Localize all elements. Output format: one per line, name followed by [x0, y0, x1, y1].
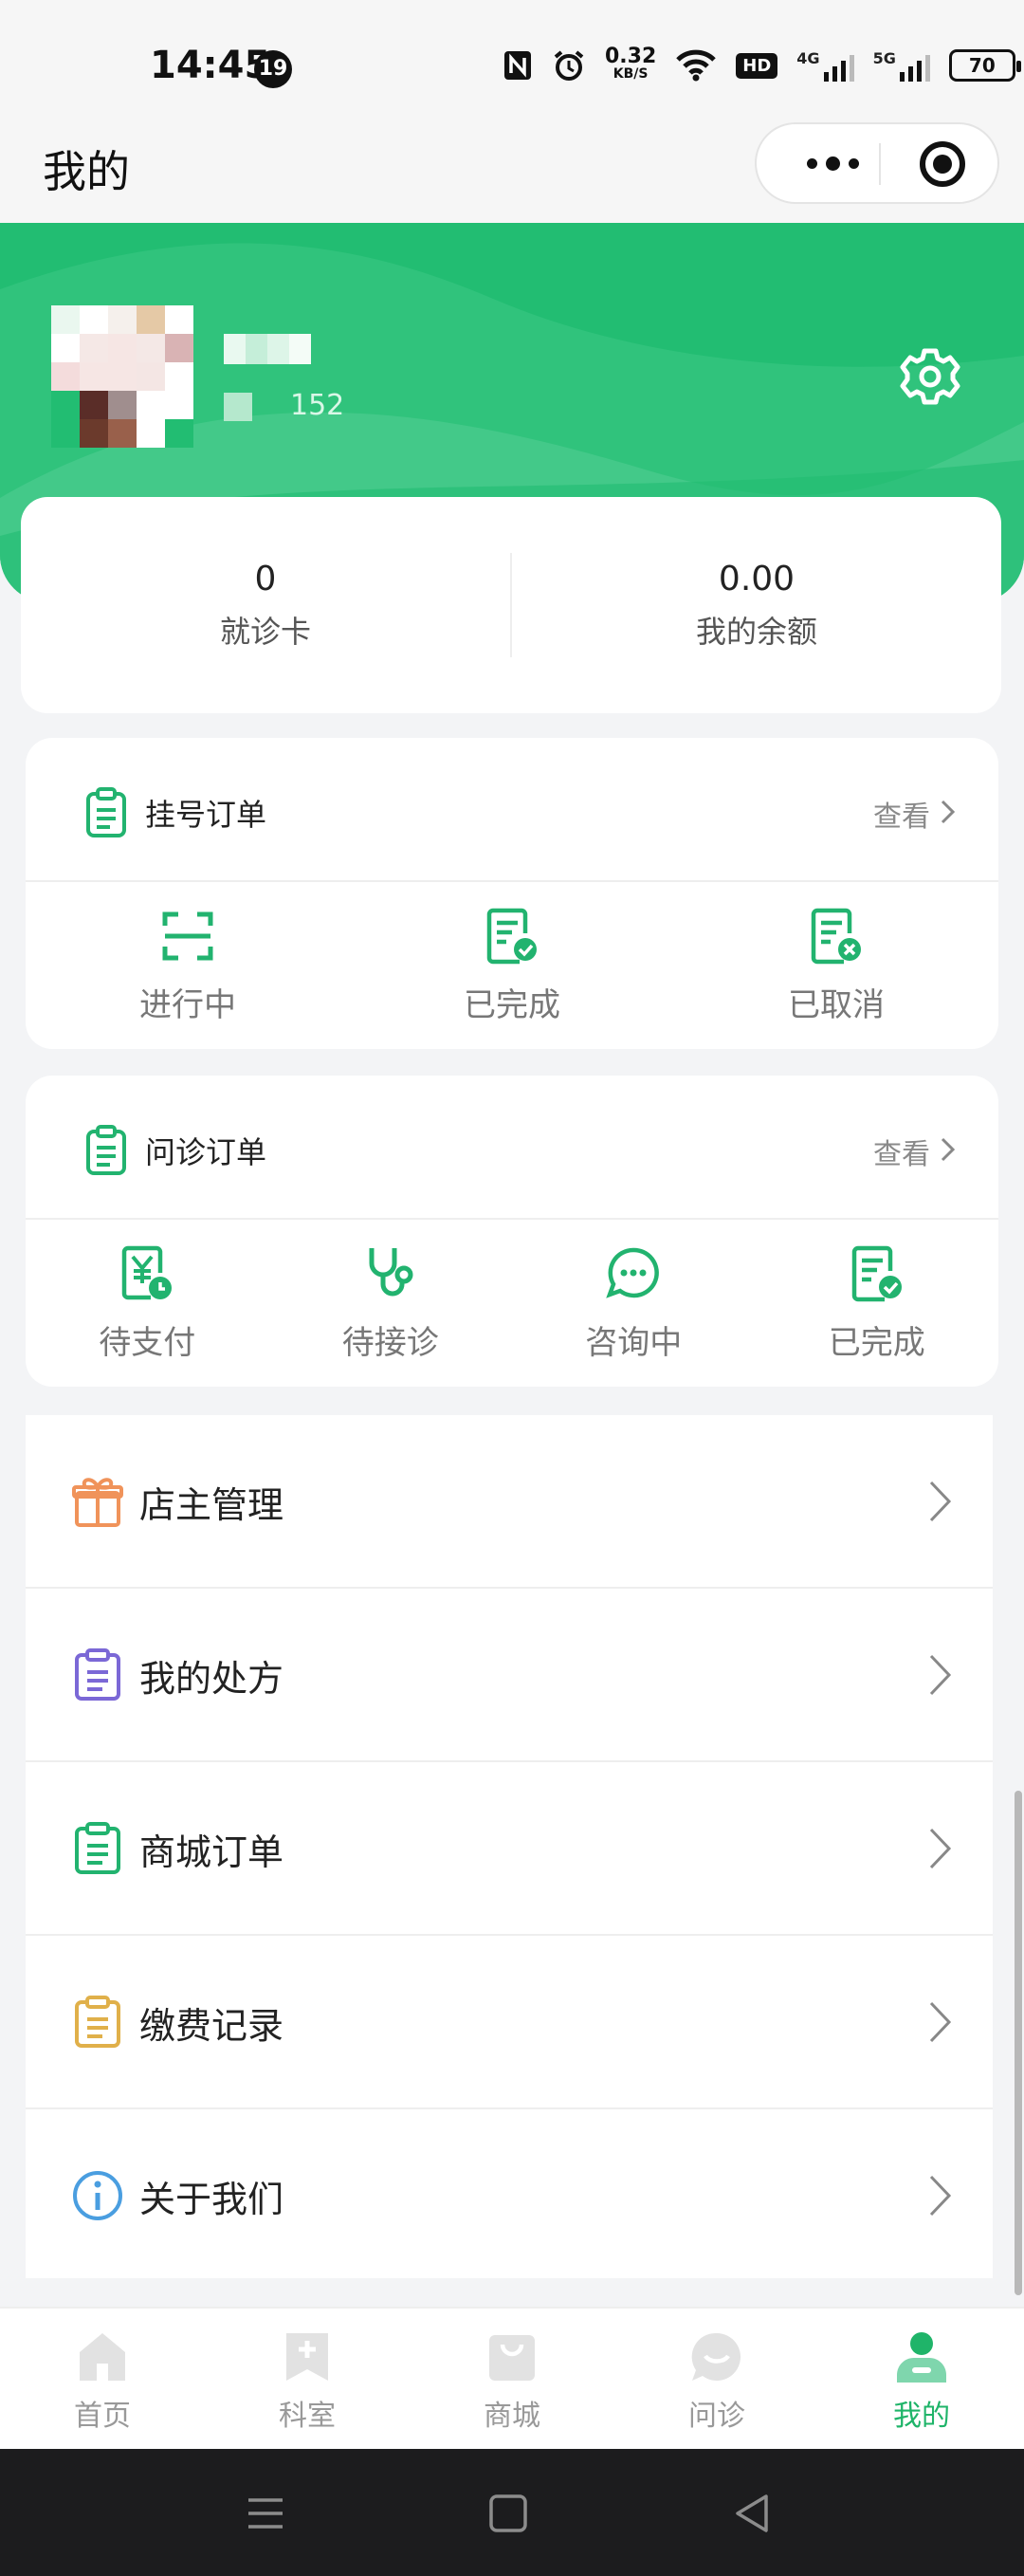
consult-orders-view-all[interactable]: 查看	[873, 1131, 930, 1172]
user-name-redacted	[224, 334, 311, 364]
balance-value: 0.00	[718, 559, 795, 598]
registration-orders-title: 挂号订单	[145, 797, 267, 833]
clipboard-icon	[75, 1648, 120, 1701]
battery-indicator: 70	[948, 49, 1021, 82]
balance-label: 我的余额	[695, 613, 817, 650]
chevron-right-icon	[941, 800, 956, 824]
visit-card-count: 0	[254, 559, 277, 598]
visit-card-label: 就诊卡	[219, 613, 311, 650]
chat-smile-icon	[691, 2332, 741, 2381]
alarm-icon	[554, 50, 584, 81]
order-in-progress[interactable]: 进行中	[26, 882, 350, 1048]
menu-item-prescriptions[interactable]: 我的处方	[26, 1589, 993, 1762]
clipboard-icon	[75, 1996, 120, 2048]
navigation-bar: 我的	[0, 119, 1024, 223]
tab-departments[interactable]: 科室	[205, 2309, 410, 2449]
clipboard-icon	[86, 787, 126, 837]
consult-orders-title: 问诊订单	[145, 1134, 267, 1170]
bottom-tab-bar: 首页 科室 商城 问诊 我的	[0, 2307, 1024, 2449]
wifi-icon	[676, 49, 717, 82]
menu-list: 店主管理 我的处方 商城订单 缴费记录 关于我们	[26, 1415, 993, 2278]
clipboard-icon	[86, 1125, 126, 1175]
tab-mine[interactable]: 我的	[819, 2309, 1024, 2449]
chevron-right-icon	[941, 1137, 956, 1162]
menu-item-shop-owner[interactable]: 店主管理	[26, 1415, 993, 1589]
chevron-right-icon	[929, 1654, 952, 1696]
registration-orders-view-all[interactable]: 查看	[873, 793, 930, 835]
consult-orders-header[interactable]: 问诊订单 查看	[26, 1076, 998, 1220]
back-icon[interactable]	[726, 2487, 779, 2540]
home-square-icon[interactable]	[482, 2487, 535, 2540]
scan-icon	[162, 911, 213, 961]
screen: 14:45 19 0.32 KB/S HD 4G 5G 70 我的 152 0 …	[0, 0, 1024, 2576]
chevron-right-icon	[929, 2175, 952, 2217]
consult-in-progress[interactable]: 咨询中	[512, 1220, 756, 1386]
chevron-right-icon	[929, 1481, 952, 1522]
doc-cancel-icon	[811, 908, 861, 965]
clipboard-icon	[75, 1822, 120, 1874]
home-icon	[80, 2333, 125, 2381]
page-title: 我的	[43, 146, 130, 197]
nfc-icon	[504, 51, 531, 80]
tab-consult[interactable]: 问诊	[614, 2309, 819, 2449]
consult-awaiting[interactable]: 待接诊	[269, 1220, 513, 1386]
account-stats-card: 0 就诊卡 0.00 我的余额	[21, 497, 1001, 713]
registration-orders-card: 挂号订单 查看 进行中 已完成 已取消	[26, 738, 998, 1049]
close-miniprogram-button[interactable]	[920, 141, 965, 187]
pay-icon	[122, 1245, 173, 1300]
bookmark-plus-icon	[286, 2333, 328, 2381]
chevron-right-icon	[929, 1828, 952, 1869]
settings-gear-icon[interactable]	[897, 343, 963, 410]
order-completed[interactable]: 已完成	[350, 882, 674, 1048]
menu-item-about-us[interactable]: 关于我们	[26, 2109, 993, 2283]
signal-4g: 4G	[796, 49, 854, 82]
consult-orders-card: 问诊订单 查看 待支付 待接诊 咨询中 已完成	[26, 1076, 998, 1387]
system-navigation-bar	[0, 2449, 1024, 2576]
tab-home[interactable]: 首页	[0, 2309, 205, 2449]
notification-badge: 19	[254, 50, 292, 88]
chevron-right-icon	[929, 2001, 952, 2043]
registration-orders-header[interactable]: 挂号订单 查看	[26, 738, 998, 882]
stethoscope-icon	[369, 1248, 413, 1297]
balance-stat[interactable]: 0.00 我的余额	[512, 497, 1001, 713]
shopping-bag-icon	[489, 2335, 535, 2381]
net-speed: 0.32 KB/S	[605, 45, 657, 83]
scrollbar[interactable]	[1015, 1791, 1022, 2295]
chat-icon	[606, 1247, 660, 1298]
hd-badge: HD	[736, 52, 778, 79]
order-cancelled[interactable]: 已取消	[674, 882, 998, 1048]
consult-completed[interactable]: 已完成	[756, 1220, 999, 1386]
user-icon	[897, 2332, 946, 2383]
menu-item-mall-orders[interactable]: 商城订单	[26, 1762, 993, 1936]
info-icon	[73, 2171, 122, 2220]
gift-icon	[72, 1478, 123, 1527]
visit-card-stat[interactable]: 0 就诊卡	[21, 497, 510, 713]
doc-check-icon	[486, 908, 537, 965]
more-menu-button[interactable]	[795, 124, 870, 202]
miniprogram-capsule	[755, 122, 999, 204]
doc-check-icon	[851, 1245, 902, 1302]
avatar[interactable]	[51, 305, 193, 448]
menu-item-payment-records[interactable]: 缴费记录	[26, 1936, 993, 2109]
signal-5g: 5G	[873, 49, 930, 82]
tab-mall[interactable]: 商城	[410, 2309, 614, 2449]
user-phone: 152	[224, 389, 344, 422]
clock: 14:45	[150, 44, 271, 87]
status-bar: 14:45 19 0.32 KB/S HD 4G 5G 70	[0, 0, 1024, 119]
menu-icon[interactable]	[239, 2487, 292, 2540]
status-icons: 0.32 KB/S HD 4G 5G 70	[503, 42, 1021, 89]
consult-pending-payment[interactable]: 待支付	[26, 1220, 269, 1386]
